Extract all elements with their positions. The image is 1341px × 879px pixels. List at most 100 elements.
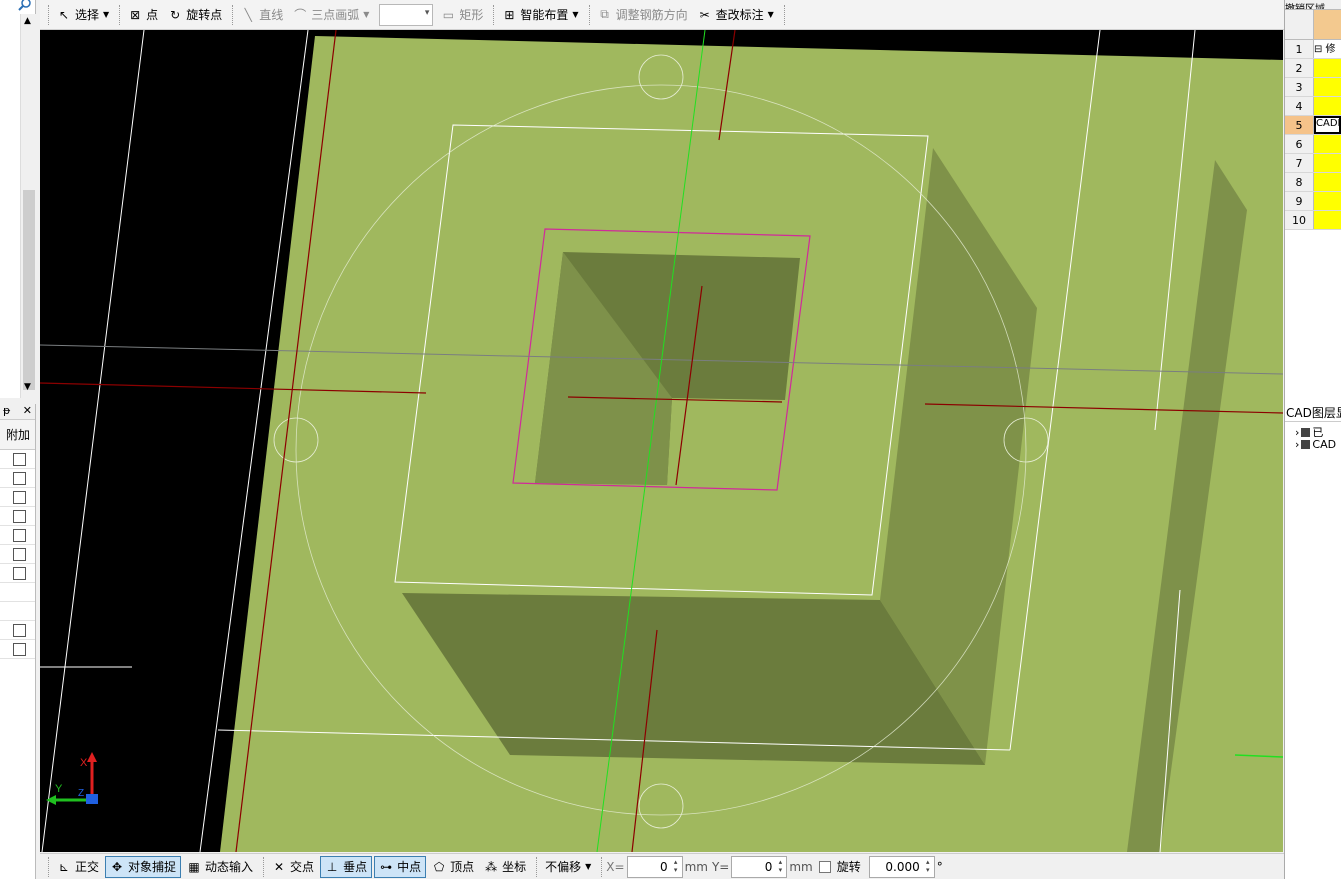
perpendicular-toggle[interactable]: ⊥ 垂点 xyxy=(320,855,373,878)
snap-toggle[interactable]: ✥ 对象捕捉 xyxy=(105,855,182,878)
midpoint-icon: ⊶ xyxy=(380,859,393,874)
check-mark-button[interactable]: ✂ 查改标注 ▼ xyxy=(694,3,778,27)
table-row[interactable]: 3 xyxy=(1285,78,1341,97)
dynamic-input-icon: ▦ xyxy=(188,859,200,874)
table-row[interactable]: 6 xyxy=(1285,135,1341,154)
list-item xyxy=(0,640,35,659)
cad-layer-title: CAD图层显 xyxy=(1285,404,1341,422)
row-checkbox[interactable] xyxy=(13,491,26,504)
checkbox-list xyxy=(0,450,35,659)
left-top-panel: ▲ ▼ xyxy=(0,0,36,398)
table-row[interactable]: 7 xyxy=(1285,154,1341,173)
table-row[interactable]: 9 xyxy=(1285,192,1341,211)
row-checkbox[interactable] xyxy=(13,472,26,485)
coordinate-icon: ⁂ xyxy=(485,859,498,874)
row-checkbox[interactable] xyxy=(13,453,26,466)
table-cell[interactable] xyxy=(1314,78,1341,96)
close-icon[interactable]: ✕ xyxy=(23,404,32,419)
list-item xyxy=(0,507,35,526)
main-toolbar: ↖ 选择 ▼ ⊠ 点 ↻ 旋转点 ╲ 直线 ⌒ 三点画弧 ▼ ▭ 矩形 ⊞ 智能… xyxy=(40,0,1284,30)
table-cell[interactable] xyxy=(1314,135,1341,153)
checkbox-icon[interactable] xyxy=(1301,440,1311,449)
row-number: 9 xyxy=(1285,192,1314,210)
x-input[interactable]: 0 xyxy=(626,855,683,878)
scroll-up-icon[interactable]: ▲ xyxy=(24,16,31,26)
model-view: X Y Z xyxy=(40,30,1283,852)
y-unit: mm xyxy=(789,859,813,874)
chevron-right-icon[interactable]: › xyxy=(1295,438,1299,451)
table-cell[interactable]: CADI xyxy=(1314,116,1341,134)
row-number: 1 xyxy=(1285,40,1314,58)
scroll-thumb[interactable] xyxy=(23,190,35,390)
list-item xyxy=(0,526,35,545)
cursor-icon: ↖ xyxy=(58,7,70,22)
table-cell[interactable] xyxy=(1314,97,1341,115)
list-item xyxy=(0,621,35,640)
midpoint-toggle[interactable]: ⊶ 中点 xyxy=(374,855,427,878)
row-checkbox[interactable] xyxy=(13,624,26,637)
ortho-toggle[interactable]: ⊾ 正交 xyxy=(53,856,103,878)
chevron-down-icon: ▼ xyxy=(363,10,370,19)
table-row[interactable]: 10 xyxy=(1285,211,1341,230)
chevron-down-icon: ▼ xyxy=(103,10,110,19)
x-unit: mm xyxy=(684,859,708,874)
row-checkbox[interactable] xyxy=(13,567,26,580)
table-row[interactable]: 4 xyxy=(1285,97,1341,116)
arc-icon: ⌒ xyxy=(294,8,307,22)
table-cell[interactable]: ⊟ 修 xyxy=(1314,40,1341,58)
smart-layout-button[interactable]: ⊞ 智能布置 ▼ xyxy=(498,3,582,27)
row-checkbox[interactable] xyxy=(13,529,26,542)
row-number: 8 xyxy=(1285,173,1314,191)
rect-button[interactable]: ▭ 矩形 xyxy=(437,3,487,27)
list-item xyxy=(0,450,35,469)
list-item xyxy=(0,469,35,488)
ortho-icon: ⊾ xyxy=(58,859,70,874)
cad-canvas[interactable]: X Y Z xyxy=(40,30,1283,852)
table-cell[interactable] xyxy=(1314,154,1341,172)
scroll-down-icon[interactable]: ▼ xyxy=(24,382,31,392)
table-row[interactable]: 1 ⊟ 修 xyxy=(1285,40,1341,59)
rotate-label: 旋转 xyxy=(836,860,861,874)
x-label: X= xyxy=(606,859,625,874)
rotate-point-icon: ↻ xyxy=(170,7,181,22)
dynamic-input-toggle[interactable]: ▦ 动态输入 xyxy=(183,856,257,878)
row-checkbox[interactable] xyxy=(13,510,26,523)
arc-button[interactable]: ⌒ 三点画弧 ▼ xyxy=(289,3,373,27)
coordinate-toggle[interactable]: ⁂ 坐标 xyxy=(480,856,530,878)
table-cell[interactable] xyxy=(1314,59,1341,77)
snap-icon: ✥ xyxy=(111,859,123,874)
rotate-checkbox[interactable] xyxy=(818,860,831,873)
chevron-down-icon: ▼ xyxy=(767,10,774,19)
row-checkbox[interactable] xyxy=(13,548,26,561)
offset-dropdown[interactable]: 不偏移 ▼ xyxy=(541,856,595,878)
row-checkbox[interactable] xyxy=(13,643,26,656)
row-number: 2 xyxy=(1285,59,1314,77)
list-item xyxy=(0,564,35,583)
table-cell[interactable] xyxy=(1314,173,1341,191)
draw-mode-dropdown[interactable] xyxy=(379,3,434,26)
line-button[interactable]: ╲ 直线 xyxy=(237,3,287,27)
pin-icon[interactable]: ᵽ xyxy=(3,404,10,419)
column-header: 附加 xyxy=(0,420,35,450)
adjust-rebar-button[interactable]: ⧉ 调整钢筋方向 xyxy=(594,3,692,27)
grid-rows: 1 ⊟ 修 2 3 4 5 CADI 6 7 8 9 10 xyxy=(1285,40,1341,230)
checkbox-icon[interactable] xyxy=(1301,427,1311,437)
intersection-toggle[interactable]: ✕ 交点 xyxy=(268,856,318,878)
point-button[interactable]: ⊠ 点 xyxy=(124,3,162,27)
left-bottom-panel: ᵽ ✕ 附加 xyxy=(0,404,36,879)
chevron-right-icon[interactable]: › xyxy=(1295,426,1299,439)
rotate-input[interactable]: 0.000 xyxy=(868,855,935,878)
rotate-point-button[interactable]: ↻ 旋转点 xyxy=(164,3,226,27)
y-input[interactable]: 0 xyxy=(731,855,788,878)
select-button[interactable]: ↖ 选择 ▼ xyxy=(53,3,113,27)
table-cell[interactable] xyxy=(1314,211,1341,229)
chevron-down-icon: ▼ xyxy=(572,10,579,19)
search-icon[interactable] xyxy=(17,0,33,12)
table-row[interactable]: 5 CADI xyxy=(1285,116,1341,135)
vertex-toggle[interactable]: ⬠ 顶点 xyxy=(428,856,478,878)
tree-item-2[interactable]: › CAD xyxy=(1295,438,1336,451)
table-row[interactable]: 8 xyxy=(1285,173,1341,192)
table-row[interactable]: 2 xyxy=(1285,59,1341,78)
left-scrollbar[interactable]: ▲ ▼ xyxy=(20,14,36,398)
table-cell[interactable] xyxy=(1314,192,1341,210)
